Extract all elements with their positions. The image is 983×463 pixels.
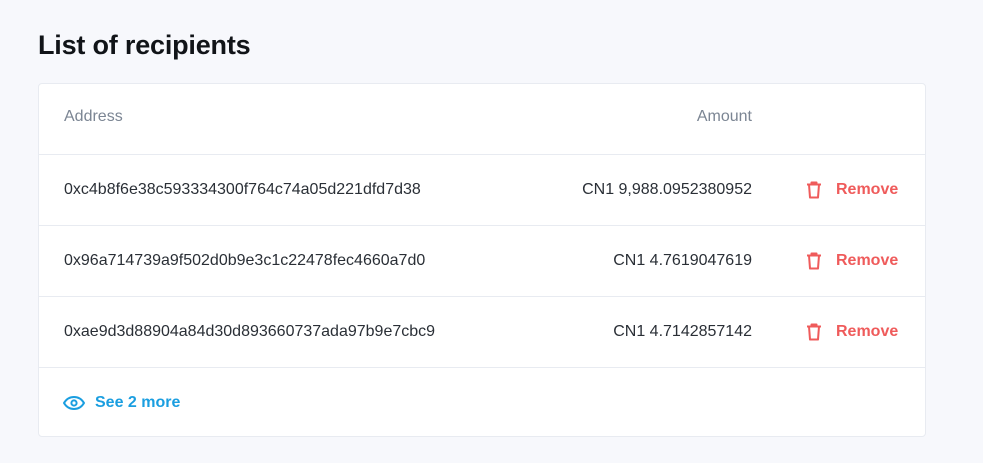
see-more-link[interactable]: See 2 more	[63, 368, 181, 436]
trash-icon	[806, 252, 822, 270]
trash-icon	[806, 181, 822, 199]
table-row: 0x96a714739a9f502d0b9e3c1c22478fec4660a7…	[39, 226, 925, 297]
recipient-address: 0xae9d3d88904a84d30d893660737ada97b9e7cb…	[64, 323, 436, 340]
remove-button[interactable]: Remove	[806, 297, 898, 367]
recipient-address: 0x96a714739a9f502d0b9e3c1c22478fec4660a7…	[64, 252, 426, 269]
remove-label: Remove	[836, 181, 899, 198]
remove-button[interactable]: Remove	[806, 226, 898, 296]
table-header-row: Address Amount	[39, 84, 925, 155]
see-more-label: See 2 more	[95, 394, 181, 411]
recipient-amount: CN1 4.7142857142	[613, 323, 752, 340]
remove-label: Remove	[836, 323, 899, 340]
column-header-address: Address	[64, 108, 123, 125]
remove-button[interactable]: Remove	[806, 155, 898, 225]
page-title: List of recipients	[38, 30, 251, 60]
table-row: 0xc4b8f6e38c593334300f764c74a05d221dfd7d…	[39, 155, 925, 226]
recipient-amount: CN1 9,988.0952380952	[582, 181, 752, 198]
remove-label: Remove	[836, 252, 899, 269]
recipients-table: Address Amount 0xc4b8f6e38c593334300f764…	[38, 83, 926, 437]
recipients-page: List of recipients Address Amount 0xc4b8…	[0, 0, 983, 463]
recipient-amount: CN1 4.7619047619	[613, 252, 752, 269]
column-header-amount: Amount	[696, 108, 752, 125]
table-row: 0xae9d3d88904a84d30d893660737ada97b9e7cb…	[39, 297, 925, 368]
trash-icon	[806, 323, 822, 341]
recipient-address: 0xc4b8f6e38c593334300f764c74a05d221dfd7d…	[64, 181, 421, 198]
eye-icon	[63, 396, 85, 410]
table-footer: See 2 more	[39, 368, 925, 436]
